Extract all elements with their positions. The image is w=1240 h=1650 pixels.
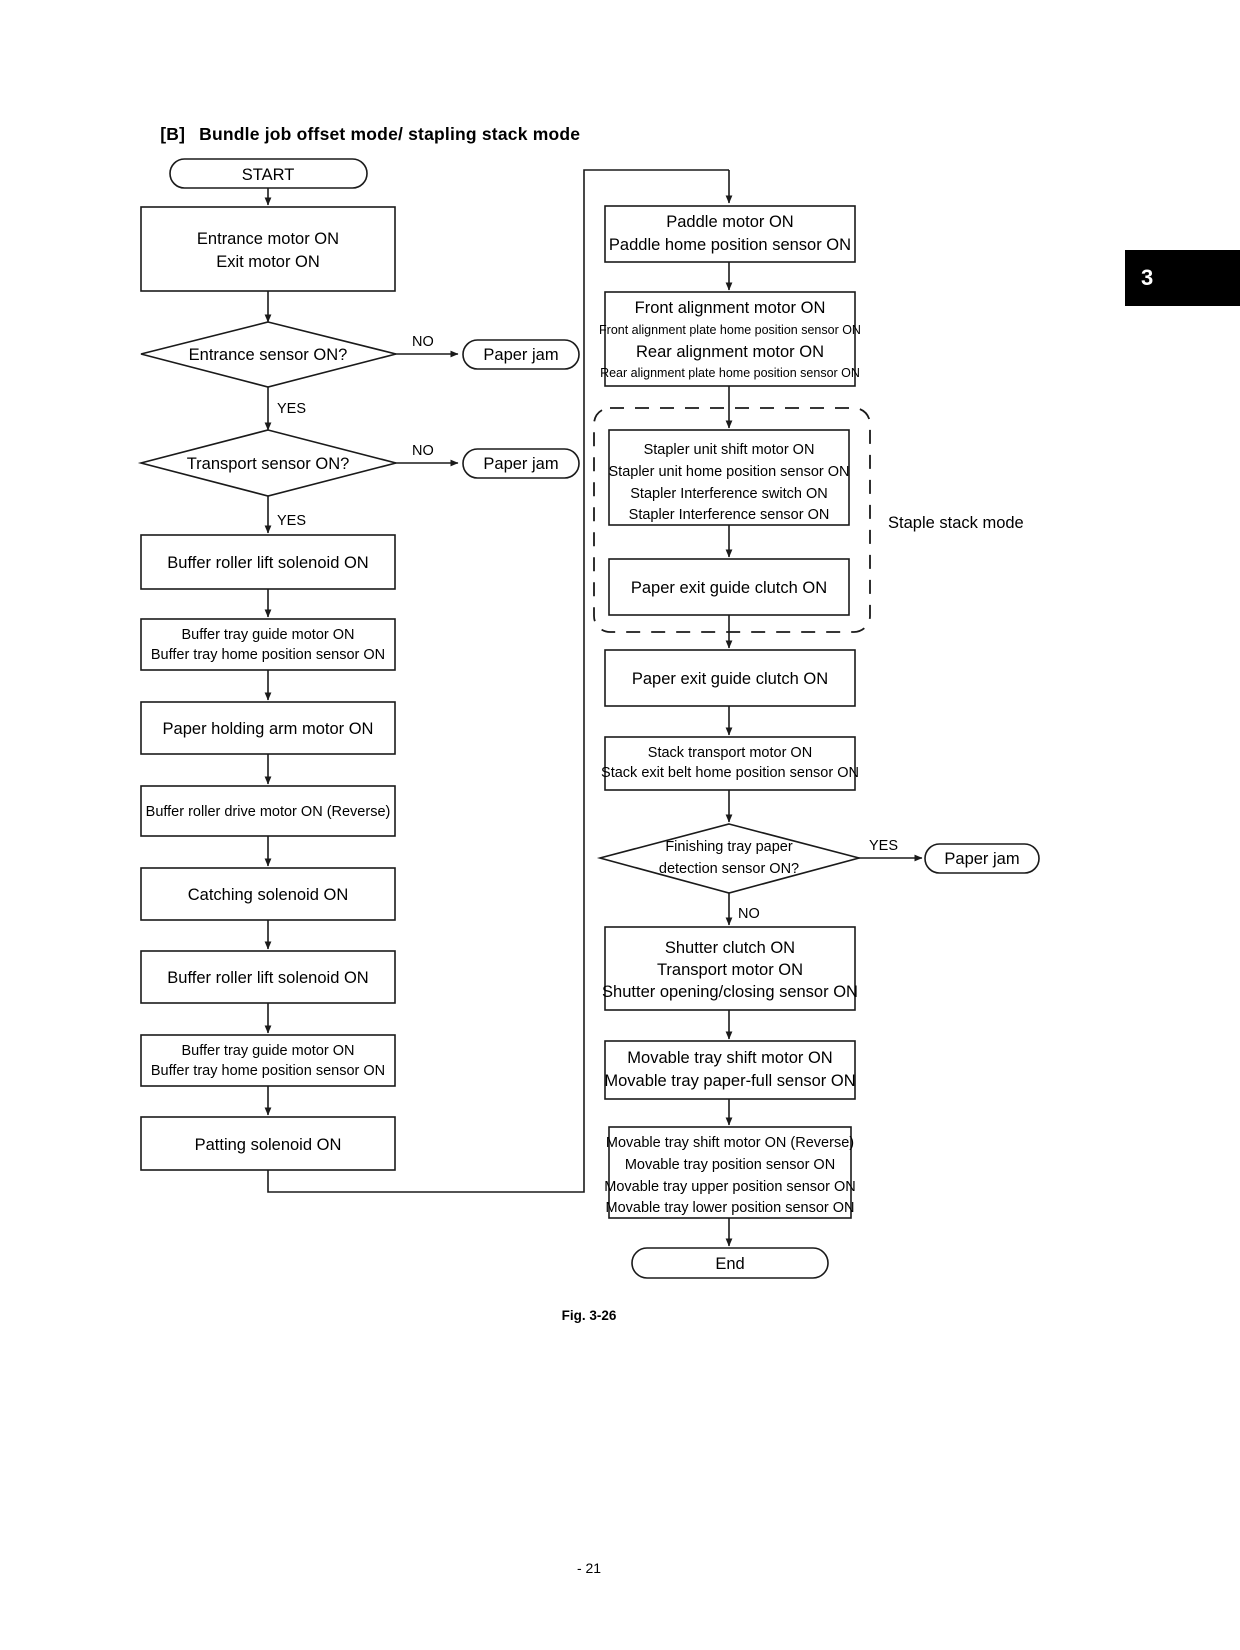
node-paddle-motor-line1: Paddle motor ON <box>666 213 793 231</box>
node-stack-transport: Stack transport motor ON Stack exit belt… <box>601 736 859 791</box>
node-buffer-tray-guide-2: Buffer tray guide motor ON Buffer tray h… <box>140 1034 396 1087</box>
node-transport-sensor-decision: Transport sensor ON? <box>137 429 397 497</box>
node-alignment-line4: Rear alignment plate home position senso… <box>600 366 860 380</box>
node-buffer-roller-lift-2: Buffer roller lift solenoid ON <box>140 950 396 1004</box>
node-patting-solenoid-label: Patting solenoid ON <box>195 1136 342 1154</box>
node-shutter-line2: Transport motor ON <box>657 961 803 979</box>
node-stack-transport-line1: Stack transport motor ON <box>648 745 812 761</box>
node-stapler-line1: Stapler unit shift motor ON <box>644 442 815 458</box>
node-movable-rev-line1: Movable tray shift motor ON (Reverse) <box>606 1135 854 1151</box>
node-finishing-tray-line2: detection sensor ON? <box>659 861 799 877</box>
node-transport-sensor-label: Transport sensor ON? <box>187 455 350 473</box>
node-end-label: End <box>715 1255 744 1273</box>
node-buffer-tray-guide-1-line1: Buffer tray guide motor ON <box>181 627 354 643</box>
node-stapler-line2: Stapler unit home position sensor ON <box>609 464 850 480</box>
node-buffer-roller-lift-1: Buffer roller lift solenoid ON <box>140 534 396 590</box>
node-entrance-sensor-decision: Entrance sensor ON? <box>140 321 397 388</box>
document-page: [B] Bundle job offset mode/ stapling stac… <box>0 0 1240 1650</box>
node-alignment-line3: Rear alignment motor ON <box>636 343 824 361</box>
node-alignment-line1: Front alignment motor ON <box>635 299 826 317</box>
node-movable-tray-shift: Movable tray shift motor ON Movable tray… <box>604 1040 856 1100</box>
node-entrance-motor-line2: Exit motor ON <box>216 253 320 271</box>
node-movable-rev-line2: Movable tray position sensor ON <box>625 1157 835 1173</box>
node-shutter-line3: Shutter opening/closing sensor ON <box>602 983 858 1001</box>
edge-label-no-1: NO <box>412 334 434 350</box>
node-movable-rev-line4: Movable tray lower position sensor ON <box>605 1200 854 1216</box>
node-buffer-tray-guide-1: Buffer tray guide motor ON Buffer tray h… <box>140 618 396 671</box>
node-paper-jam-3-label: Paper jam <box>944 850 1019 868</box>
edge-label-no-2: NO <box>412 443 434 459</box>
node-paper-jam-2: Paper jam <box>462 448 580 479</box>
node-entrance-motor: Entrance motor ON Exit motor ON <box>140 206 396 292</box>
node-finishing-tray-line1: Finishing tray paper <box>665 839 793 855</box>
node-paddle-motor-line2: Paddle home position sensor ON <box>609 236 851 254</box>
node-alignment-line2: Front alignment plate home position sens… <box>599 323 861 337</box>
node-start-label: START <box>242 166 295 184</box>
node-finishing-tray-decision: Finishing tray paper detection sensor ON… <box>596 823 863 894</box>
node-paper-holding-arm: Paper holding arm motor ON <box>140 701 396 755</box>
node-stapler-line3: Stapler Interference switch ON <box>630 486 827 502</box>
node-start: START <box>169 158 368 189</box>
node-stapler-line4: Stapler Interference sensor ON <box>629 507 830 523</box>
node-buffer-tray-guide-1-line2: Buffer tray home position sensor ON <box>151 647 385 663</box>
node-shutter-clutch: Shutter clutch ON Transport motor ON Shu… <box>602 926 858 1011</box>
edge-label-yes-2: YES <box>277 513 306 529</box>
node-end: End <box>631 1247 829 1279</box>
edge-label-yes-1: YES <box>277 401 306 417</box>
page-number: - 21 <box>576 1560 602 1576</box>
node-paper-jam-3: Paper jam <box>924 843 1040 874</box>
node-catching-solenoid-label: Catching solenoid ON <box>188 886 349 904</box>
staple-stack-mode-label: Staple stack mode <box>888 514 1024 532</box>
node-stapler-unit: Stapler unit shift motor ON Stapler unit… <box>608 429 850 526</box>
node-buffer-roller-lift-2-label: Buffer roller lift solenoid ON <box>167 969 368 987</box>
edge-label-yes-3: YES <box>869 838 898 854</box>
node-buffer-tray-guide-2-line1: Buffer tray guide motor ON <box>181 1043 354 1059</box>
node-shutter-line1: Shutter clutch ON <box>665 939 795 957</box>
node-paddle-motor: Paddle motor ON Paddle home position sen… <box>604 205 856 263</box>
node-catching-solenoid: Catching solenoid ON <box>140 867 396 921</box>
node-entrance-motor-line1: Entrance motor ON <box>197 230 339 248</box>
node-movable-shift-line2: Movable tray paper-full sensor ON <box>604 1072 855 1090</box>
node-buffer-roller-drive-label: Buffer roller drive motor ON (Reverse) <box>146 804 391 820</box>
node-buffer-roller-lift-1-label: Buffer roller lift solenoid ON <box>167 554 368 572</box>
figure-caption: Fig. 3-26 <box>561 1308 617 1323</box>
node-paper-jam-1: Paper jam <box>462 339 580 370</box>
node-buffer-tray-guide-2-line2: Buffer tray home position sensor ON <box>151 1063 385 1079</box>
node-paper-exit-clutch-2: Paper exit guide clutch ON <box>604 649 856 707</box>
node-paper-jam-1-label: Paper jam <box>483 346 558 364</box>
node-movable-shift-line1: Movable tray shift motor ON <box>627 1049 832 1067</box>
node-paper-exit-clutch-2-label: Paper exit guide clutch ON <box>632 670 828 688</box>
node-paper-exit-clutch-1-label: Paper exit guide clutch ON <box>631 579 827 597</box>
node-stack-transport-line2: Stack exit belt home position sensor ON <box>601 765 859 781</box>
node-movable-tray-reverse: Movable tray shift motor ON (Reverse) Mo… <box>604 1126 856 1219</box>
node-patting-solenoid: Patting solenoid ON <box>140 1116 396 1171</box>
node-paper-exit-clutch-1: Paper exit guide clutch ON <box>608 558 850 616</box>
edge-label-no-3: NO <box>738 906 760 922</box>
node-alignment-motors: Front alignment motor ON Front alignment… <box>599 291 861 387</box>
node-entrance-sensor-label: Entrance sensor ON? <box>189 346 348 364</box>
node-movable-rev-line3: Movable tray upper position sensor ON <box>604 1179 855 1195</box>
flowchart-canvas: Staple stack mode START Entrance motor O… <box>137 158 1040 1279</box>
node-paper-jam-2-label: Paper jam <box>483 455 558 473</box>
node-buffer-roller-drive: Buffer roller drive motor ON (Reverse) <box>140 785 396 837</box>
node-paper-holding-arm-label: Paper holding arm motor ON <box>163 720 374 738</box>
